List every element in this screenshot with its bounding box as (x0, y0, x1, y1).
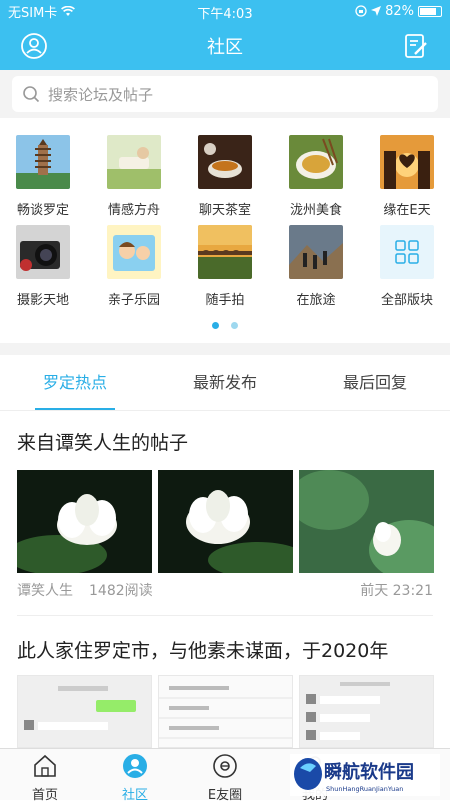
chat-screenshot-graphic (18, 676, 151, 747)
board-liaotian-chashi[interactable]: 聊天茶室 (190, 135, 260, 218)
tab-luoding-hot[interactable]: 罗定热点 (0, 355, 150, 410)
board-changtan-luoding[interactable]: 畅谈罗定 (8, 135, 78, 218)
board-qinzi-leyuan[interactable]: 亲子乐园 (99, 225, 169, 308)
lotus-leaf-image[interactable] (299, 470, 434, 573)
page-dot[interactable] (231, 322, 238, 329)
board-suishoupai[interactable]: 随手拍 (190, 225, 260, 308)
tea-image (198, 135, 252, 189)
status-bar: 无SIM卡 下午4:03 82% (0, 0, 450, 22)
chat-screenshot-graphic (300, 676, 433, 747)
chat-screenshot-image[interactable] (158, 675, 293, 748)
search-bar: 搜索论坛及帖子 (0, 70, 450, 118)
camera-image (16, 225, 70, 279)
board-label: 聊天茶室 (198, 203, 251, 218)
user-icon[interactable] (20, 32, 48, 60)
divider (17, 615, 433, 616)
board-label: 泷州美食 (289, 203, 342, 218)
board-label: 缘在E天 (383, 203, 431, 218)
watermark-text: 瞬航软件园 (324, 761, 414, 783)
home-icon (34, 754, 56, 777)
grid-icon (380, 225, 434, 279)
board-yuanzai-etian[interactable]: 缘在E天 (372, 135, 442, 218)
lotus-image[interactable] (158, 470, 293, 573)
noodle-image (289, 135, 343, 189)
watermark-logo: 瞬航软件园 ShunHangRuanJianYuan (290, 754, 440, 796)
status-time: 下午4:03 (197, 7, 253, 22)
battery-icon (418, 5, 442, 17)
board-label: 亲子乐园 (107, 293, 160, 308)
feed-tabs: 罗定热点 最新发布 最后回复 (0, 355, 450, 411)
post-meta: 谭笑人生 1482阅读 前天 23:21 (17, 580, 433, 600)
header: 社区 (0, 22, 450, 70)
board-label: 在旅途 (296, 293, 336, 308)
board-label: 随手拍 (205, 293, 245, 308)
board-zai-lvtu[interactable]: 在旅途 (281, 225, 351, 308)
nav-label: 首页 (31, 788, 58, 803)
pagoda-image (16, 135, 70, 189)
watermark-subtext: ShunHangRuanJianYuan (326, 785, 403, 793)
nav-label: 社区 (121, 788, 148, 803)
page-title: 社区 (207, 37, 243, 58)
post-title[interactable]: 此人家住罗定市，与他素未谋面，于2020年 (17, 636, 388, 663)
nav-community[interactable]: 社区 (90, 749, 180, 803)
board-grid: 畅谈罗定 情感方舟 聊天茶室 泷州美食 缘在E天 摄影天地 亲子乐园 随手拍 在… (0, 118, 450, 343)
board-qinggan-fangzhou[interactable]: 情感方舟 (99, 135, 169, 218)
post-reads: 1482阅读 (89, 583, 153, 599)
board-label: 情感方舟 (107, 203, 160, 218)
board-label: 畅谈罗定 (16, 203, 69, 218)
couple-heart-image (380, 135, 434, 189)
page-dot-active[interactable] (212, 322, 219, 329)
post-title[interactable]: 来自谭笑人生的帖子 (17, 428, 188, 455)
chat-screenshot-image[interactable] (17, 675, 152, 748)
nav-label: E友圈 (207, 788, 243, 803)
post-author[interactable]: 谭笑人生 (17, 580, 73, 600)
lotus-image[interactable] (17, 470, 152, 573)
page-indicator (0, 322, 450, 329)
hikers-image (289, 225, 343, 279)
board-sheying-tiandi[interactable]: 摄影天地 (8, 225, 78, 308)
search-placeholder: 搜索论坛及帖子 (48, 85, 154, 104)
edit-icon[interactable] (402, 32, 430, 60)
family-cartoon-image (107, 225, 161, 279)
search-icon (23, 86, 40, 103)
board-all-boards[interactable]: 全部版块 (372, 225, 442, 308)
board-label: 全部版块 (380, 293, 433, 308)
e-circle-icon (213, 754, 237, 778)
search-input[interactable]: 搜索论坛及帖子 (12, 76, 438, 112)
nav-home[interactable]: 首页 (0, 749, 90, 803)
chat-screenshot-image[interactable] (299, 675, 434, 748)
section-separator (0, 343, 450, 355)
board-longzhou-meishi[interactable]: 泷州美食 (281, 135, 351, 218)
chat-screenshot-graphic (159, 676, 292, 747)
community-icon (123, 754, 147, 778)
tab-last-reply[interactable]: 最后回复 (300, 355, 450, 410)
picnic-image (107, 135, 161, 189)
tab-latest[interactable]: 最新发布 (150, 355, 300, 410)
nav-e-friends[interactable]: E友圈 (180, 749, 270, 803)
battery-fill (420, 7, 437, 15)
post-time: 前天 23:21 (360, 583, 433, 599)
bridge-sunset-image (198, 225, 252, 279)
board-label: 摄影天地 (16, 293, 69, 308)
